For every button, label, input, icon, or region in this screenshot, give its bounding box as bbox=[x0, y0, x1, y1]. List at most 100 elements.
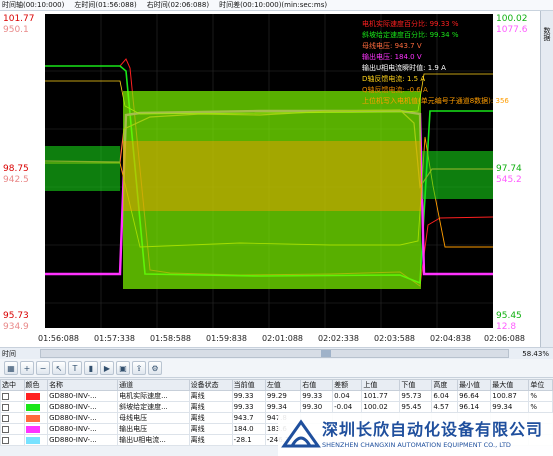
header-upper[interactable]: 上值 bbox=[361, 379, 401, 391]
table-cell: 99.30 bbox=[300, 401, 334, 413]
legend-item: 母线电压: 943.7 V bbox=[362, 41, 422, 50]
table-cell: 99.33 bbox=[231, 390, 266, 402]
header-right[interactable]: 右值 bbox=[300, 379, 334, 391]
x-tick: 02:02:338 bbox=[318, 334, 359, 343]
text-icon[interactable]: T bbox=[68, 361, 82, 375]
table-cell: 99.34 bbox=[264, 401, 302, 413]
header-height[interactable]: 高度 bbox=[431, 379, 459, 391]
table-cell: 6.04 bbox=[431, 390, 459, 402]
time-diff-text: 时间差(00:10:000)(min:sec:ms) bbox=[219, 1, 328, 9]
table-cell: 96.14 bbox=[457, 401, 492, 413]
header-name[interactable]: 名称 bbox=[47, 379, 119, 391]
table-cell: 4.57 bbox=[431, 401, 459, 413]
table-cell: 斜坡给定速度... bbox=[117, 401, 190, 413]
timeline-thumb[interactable] bbox=[321, 350, 332, 357]
grid-icon[interactable]: ▦ bbox=[4, 361, 18, 375]
table-cell: GD880-INV-... bbox=[47, 401, 119, 413]
header-max[interactable]: 最大值 bbox=[490, 379, 530, 391]
x-tick: 02:04:838 bbox=[430, 334, 471, 343]
x-axis-ticks: 01:56:088 01:57:338 01:58:588 01:59:838 … bbox=[38, 334, 525, 343]
x-tick: 02:03:588 bbox=[374, 334, 415, 343]
header-channel[interactable]: 通道 bbox=[117, 379, 190, 391]
table-cell: 95.73 bbox=[399, 390, 433, 402]
play-icon[interactable]: ▶ bbox=[100, 361, 114, 375]
x-tick: 02:01:088 bbox=[262, 334, 303, 343]
zoom-in-icon[interactable]: + bbox=[20, 361, 34, 375]
company-logo-mark-icon bbox=[281, 418, 321, 447]
table-cell: GD880-INV-... bbox=[47, 412, 119, 424]
table-cell: 99.29 bbox=[264, 390, 302, 402]
table-cell: 99.33 bbox=[300, 390, 334, 402]
table-cell: 100.87 bbox=[490, 390, 530, 402]
table-row[interactable]: GD880-INV-... 电机实际速度... 离线 99.33 99.29 99.33 0… bbox=[0, 390, 553, 402]
cursor-icon[interactable]: ↖ bbox=[52, 361, 66, 375]
bar-icon[interactable]: ▮ bbox=[84, 361, 98, 375]
table-cell: -28.1 bbox=[231, 434, 266, 446]
table-cell: 输出U相电流... bbox=[117, 434, 190, 446]
header-diff[interactable]: 差额 bbox=[332, 379, 363, 391]
row-color bbox=[23, 434, 49, 446]
legend-item: D轴反馈电流: 1.5 A bbox=[362, 74, 425, 83]
table-cell: GD880-INV-... bbox=[47, 423, 119, 435]
legend-item: 斜坡给定速度百分比: 99.34 % bbox=[362, 30, 459, 39]
right-axis-mid-green: 97.74 bbox=[496, 164, 522, 174]
left-axis-top-red: 101.77 bbox=[3, 14, 35, 24]
waveform-plot[interactable]: 101.77 950.1 98.75 942.5 95.73 934.9 100… bbox=[0, 11, 540, 347]
header-lower[interactable]: 下值 bbox=[399, 379, 433, 391]
legend-item: 输出电压: 184.0 V bbox=[362, 52, 422, 61]
legend-item: Q轴反馈电流: -0.6 A bbox=[362, 85, 428, 94]
oscilloscope-chart[interactable]: 101.77 950.1 98.75 942.5 95.73 934.9 100… bbox=[0, 11, 540, 347]
row-checkbox[interactable] bbox=[0, 390, 25, 402]
data-side-tab-label: 数据 bbox=[543, 27, 551, 41]
timeline-track[interactable] bbox=[40, 349, 509, 358]
table-cell: 943.7 bbox=[231, 412, 266, 424]
export-icon[interactable]: ⇪ bbox=[132, 361, 146, 375]
table-cell: 101.77 bbox=[361, 390, 401, 402]
timeline-percent: 58.43% bbox=[522, 349, 549, 358]
row-color bbox=[23, 423, 49, 435]
company-name-cn: 深圳长欣自动化设备有限公司 bbox=[322, 419, 544, 439]
table-cell: -0.04 bbox=[332, 401, 363, 413]
table-cell: % bbox=[528, 401, 553, 413]
left-time-text: 左时间(01:56:088) bbox=[74, 1, 137, 9]
header-left[interactable]: 左值 bbox=[264, 379, 302, 391]
right-axis-top-green: 100.02 bbox=[496, 14, 528, 24]
header-status[interactable]: 设备状态 bbox=[188, 379, 233, 391]
header-color[interactable]: 颜色 bbox=[23, 379, 49, 391]
row-checkbox[interactable] bbox=[0, 401, 25, 413]
table-cell: 95.45 bbox=[399, 401, 433, 413]
row-color bbox=[23, 401, 49, 413]
table-row[interactable]: GD880-INV-... 斜坡给定速度... 离线 99.33 99.34 99.30-… bbox=[0, 401, 553, 413]
row-checkbox[interactable] bbox=[0, 423, 25, 435]
header-current[interactable]: 当前值 bbox=[231, 379, 266, 391]
table-cell: 离线 bbox=[188, 412, 233, 424]
data-side-tab[interactable]: 数据 bbox=[540, 11, 553, 347]
table-cell: 96.64 bbox=[457, 390, 492, 402]
zoom-out-icon[interactable]: − bbox=[36, 361, 50, 375]
right-axis-top-pink: 1077.6 bbox=[496, 25, 528, 35]
table-cell: 电机实际速度... bbox=[117, 390, 190, 402]
table-cell: % bbox=[528, 390, 553, 402]
company-logo: 深圳长欣自动化设备有限公司 SHENZHEN CHANGXIN AUTOMATI… bbox=[278, 413, 553, 456]
table-cell: GD880-INV-... bbox=[47, 390, 119, 402]
timeline-scroller[interactable]: 时间 58.43% bbox=[0, 347, 553, 359]
chart-toolbar: ▦ + − ↖ T ▮ ▶ ▣ ⇪ ⚙ bbox=[0, 359, 553, 378]
left-axis-mid-salmon: 942.5 bbox=[3, 175, 29, 185]
header-unit[interactable]: 单位 bbox=[528, 379, 553, 391]
save-icon[interactable]: ▣ bbox=[116, 361, 130, 375]
row-checkbox[interactable] bbox=[0, 434, 25, 446]
x-tick: 01:59:838 bbox=[206, 334, 247, 343]
left-axis-bottom-red: 95.73 bbox=[3, 311, 29, 321]
header-select[interactable]: 选中 bbox=[0, 379, 25, 391]
table-cell: 99.33 bbox=[231, 401, 266, 413]
table-cell: 离线 bbox=[188, 390, 233, 402]
row-checkbox[interactable] bbox=[0, 412, 25, 424]
table-header-row: 选中 颜色 名称 通道 设备状态 当前值 左值 右值 差额 上值 下值 高度 最… bbox=[0, 379, 553, 391]
timeline-label: 时间 bbox=[2, 349, 16, 358]
left-axis-top-salmon: 950.1 bbox=[3, 25, 29, 35]
settings-icon[interactable]: ⚙ bbox=[148, 361, 162, 375]
right-axis-bottom-pink: 12.8 bbox=[496, 322, 516, 332]
x-tick: 01:56:088 bbox=[38, 334, 79, 343]
right-time-text: 右时间(02:06:088) bbox=[146, 1, 210, 9]
header-min[interactable]: 最小值 bbox=[457, 379, 492, 391]
